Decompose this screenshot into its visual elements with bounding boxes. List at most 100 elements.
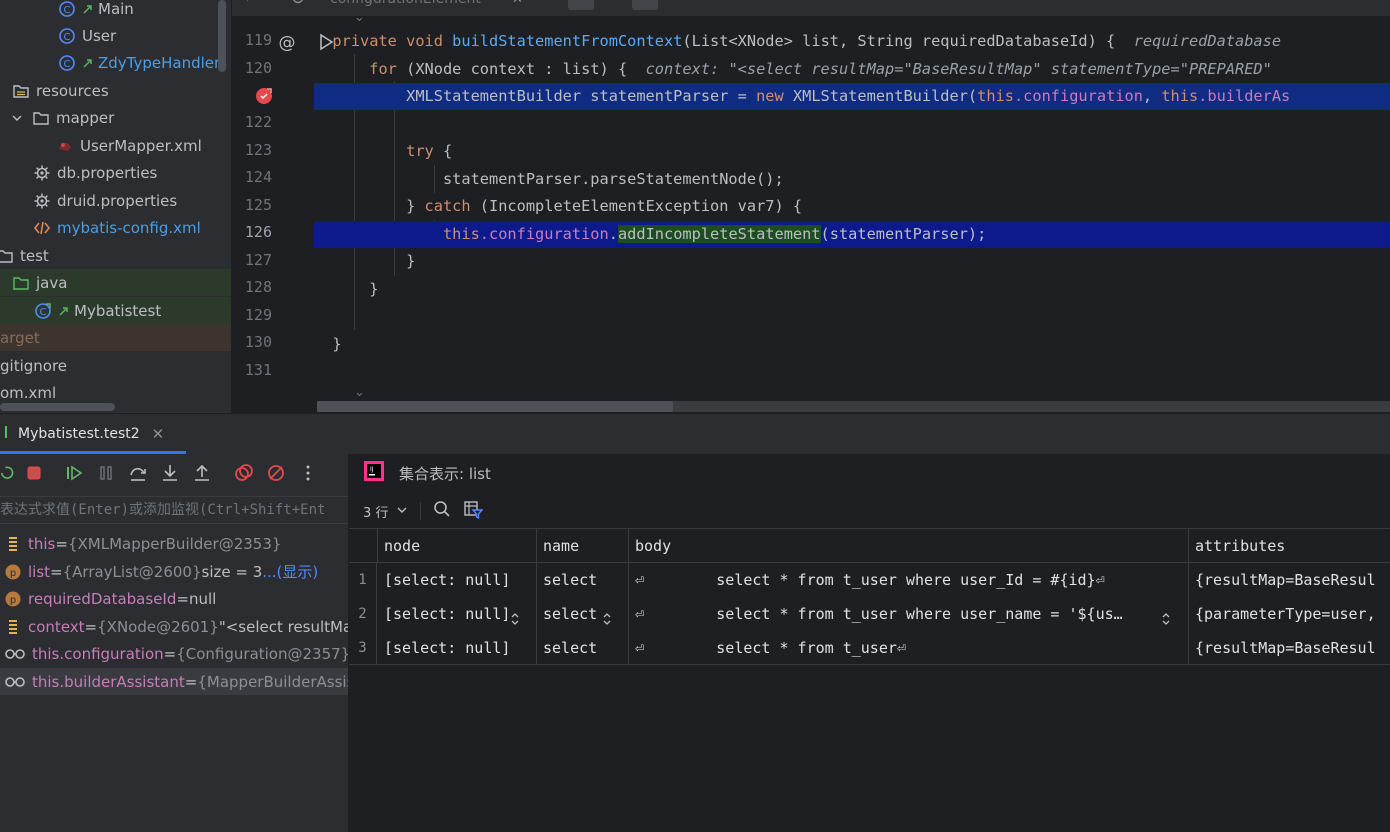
watch-row[interactable]: this.configuration = {Configuration@2357… [0, 640, 348, 667]
view-breakpoints-icon[interactable] [228, 458, 260, 488]
tree-horizontal-scrollbar[interactable] [0, 403, 115, 411]
stop-icon[interactable] [18, 458, 50, 488]
evaluate-expression-input[interactable]: 表达式求值(Enter)或添加监视(Ctrl+Shift+Ent [0, 496, 348, 524]
tree-item-main[interactable]: C Main [0, 0, 231, 22]
show-link[interactable]: ...(显示) [262, 561, 318, 582]
tree-vertical-scrollbar[interactable] [218, 0, 226, 72]
search-icon[interactable] [292, 0, 306, 10]
tree-item-mapper[interactable]: mapper [0, 104, 231, 131]
debug-session-tab[interactable]: Mybatistest.test2 ✕ [0, 414, 164, 454]
table-cell-body[interactable]: ⏎ select * from t_user⏎ [629, 631, 1189, 665]
column-header-name[interactable]: name [537, 529, 629, 563]
tree-item-test[interactable]: test [0, 242, 231, 269]
collection-table: node name body attributes 1 [select: nul… [349, 528, 1390, 665]
intellij-logo-icon: IJ [363, 460, 385, 486]
tree-item-resources[interactable]: resources [0, 77, 231, 104]
variable-row[interactable]: this = {XMLMapperBuilder@2353} [0, 530, 348, 557]
class-icon: C [58, 27, 76, 45]
mute-breakpoints-icon[interactable] [260, 458, 292, 488]
rows-dropdown[interactable]: 3 行 [363, 502, 388, 521]
variables-pane: 表达式求值(Enter)或添加监视(Ctrl+Shift+Ent this = … [0, 454, 348, 832]
fold-icon[interactable]: ⌄ [354, 10, 365, 25]
code-line-123[interactable]: try { [314, 138, 1390, 165]
find-bar: › configurationElement ✕ [232, 0, 1390, 16]
code-line-127[interactable]: } [314, 248, 1390, 275]
parameter-icon: p [4, 563, 22, 581]
test-class-icon: C [34, 302, 52, 320]
table-cell-name[interactable]: select [537, 563, 629, 597]
code-line-130[interactable]: } [314, 331, 1390, 358]
line-number: 120 [244, 59, 272, 77]
table-cell-body[interactable]: ⏎ select * from t_user where user_name =… [629, 597, 1189, 631]
chevron-down-icon[interactable] [396, 502, 408, 520]
tree-item-druid-properties[interactable]: druid.properties [0, 187, 231, 214]
regex-toggle[interactable] [632, 0, 658, 10]
tree-item-usermapper-xml[interactable]: UserMapper.xml [0, 132, 231, 159]
code-line-126[interactable]: this.configuration.addIncompleteStatemen… [314, 221, 1390, 248]
chevron-icon[interactable]: › [246, 0, 252, 6]
table-cell-name[interactable]: select [537, 597, 629, 631]
tree-item-mybatis-config-xml[interactable]: mybatis-config.xml [0, 214, 231, 241]
tree-item-db-properties[interactable]: db.properties [0, 159, 231, 186]
tree-item-user[interactable]: C User [0, 22, 231, 49]
tree-item-gitignore[interactable]: gitignore [0, 352, 231, 379]
code-line-120[interactable]: for (XNode context : list) { context: "<… [314, 56, 1390, 83]
watch-glasses-icon [4, 673, 26, 691]
watch-row[interactable]: this.builderAssistant = {MapperBuilderAs… [0, 668, 348, 695]
code-line-119[interactable]: private void buildStatementFromContext(L… [314, 28, 1390, 55]
class-icon: C [58, 0, 76, 18]
resume-icon[interactable] [58, 458, 90, 488]
tree-item-java[interactable]: java [0, 269, 231, 296]
step-into-icon[interactable] [154, 458, 186, 488]
table-cell-node[interactable]: [select: null] [378, 631, 537, 665]
code-line-124[interactable]: statementParser.parseStatementNode(); [314, 166, 1390, 193]
resources-folder-icon [12, 82, 30, 100]
step-over-icon[interactable] [122, 458, 154, 488]
test-folder-icon [12, 274, 30, 292]
editor-horizontal-scrollbar[interactable] [317, 401, 673, 412]
more-options-icon[interactable] [292, 458, 324, 488]
table-cell-attributes[interactable]: {parameterType=user, [1189, 597, 1390, 631]
gear-icon [33, 192, 51, 210]
clear-icon[interactable]: ✕ [512, 0, 523, 7]
code-line-121[interactable]: XMLStatementBuilder statementParser = ne… [314, 83, 1390, 110]
rerun-icon[interactable] [0, 458, 18, 488]
fold-icon[interactable]: ⌄ [354, 385, 365, 400]
step-out-icon[interactable] [186, 458, 218, 488]
debug-tab-bar: Mybatistest.test2 ✕ [0, 414, 1390, 454]
table-cell-attributes[interactable]: {resultMap=BaseResul [1189, 563, 1390, 597]
variable-row[interactable]: p requiredDatabaseId = null [0, 585, 348, 612]
tree-item-mybatistest[interactable]: C Mybatistest [0, 297, 231, 324]
line-number: 126 [244, 223, 272, 241]
breakpoint-icon[interactable] [254, 86, 274, 106]
column-header-attributes[interactable]: attributes [1189, 529, 1390, 563]
variable-row[interactable]: p list = {ArrayList@2600} size = 3 ...(显… [0, 558, 348, 585]
code-line-125[interactable]: } catch (IncompleteElementException var7… [314, 193, 1390, 220]
column-header-body[interactable]: body [629, 529, 1189, 563]
table-cell-body[interactable]: ⏎ select * from t_user where user_Id = #… [629, 563, 1189, 597]
watch-glasses-icon [4, 645, 26, 663]
table-cell-node[interactable]: [select: null] [378, 563, 537, 597]
pause-icon[interactable] [90, 458, 122, 488]
variable-row[interactable]: context = {XNode@2601} "<select resultMa [0, 613, 348, 640]
table-cell-attributes[interactable]: {resultMap=BaseResul [1189, 631, 1390, 665]
table-cell-node[interactable]: [select: null] [378, 597, 537, 631]
svg-text:p: p [10, 595, 16, 606]
code-editor[interactable]: › configurationElement ✕ 119 120 122 123… [232, 0, 1390, 413]
chevron-down-icon[interactable] [10, 109, 24, 127]
column-header-node[interactable]: node [378, 529, 537, 563]
close-icon[interactable]: ✕ [152, 425, 165, 443]
collection-title: 集合表示: list [399, 464, 491, 483]
override-marker-icon[interactable]: @ [276, 31, 298, 53]
svg-text:C: C [40, 307, 47, 318]
filter-table-icon[interactable] [463, 499, 484, 523]
collection-view-pane: IJ 集合表示: list 3 行 node name body attribu… [349, 454, 1390, 832]
match-case-toggle[interactable] [568, 0, 594, 10]
tree-item-zdytypehandler[interactable]: C ZdyTypeHandler [0, 49, 231, 76]
tree-item-target[interactable]: arget [0, 324, 231, 351]
code-line-128[interactable]: } [314, 276, 1390, 303]
table-cell-name[interactable]: select [537, 631, 629, 665]
tree-item-pom-xml[interactable]: om.xml [0, 379, 231, 406]
find-input[interactable]: configurationElement [330, 0, 481, 7]
search-icon[interactable] [433, 500, 451, 522]
